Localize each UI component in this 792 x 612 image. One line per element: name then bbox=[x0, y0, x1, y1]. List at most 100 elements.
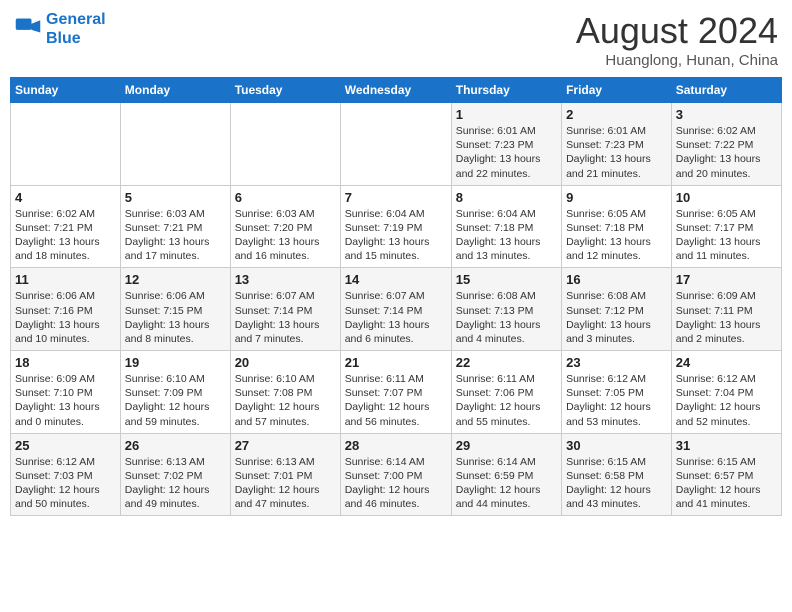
day-number: 29 bbox=[456, 438, 557, 453]
day-number: 1 bbox=[456, 107, 557, 122]
calendar-week-3: 18Sunrise: 6:09 AM Sunset: 7:10 PM Dayli… bbox=[11, 351, 782, 434]
calendar-cell: 9Sunrise: 6:05 AM Sunset: 7:18 PM Daylig… bbox=[562, 185, 672, 268]
weekday-sunday: Sunday bbox=[11, 78, 121, 103]
day-info: Sunrise: 6:07 AM Sunset: 7:14 PM Dayligh… bbox=[235, 289, 336, 346]
day-number: 5 bbox=[125, 190, 226, 205]
day-info: Sunrise: 6:08 AM Sunset: 7:13 PM Dayligh… bbox=[456, 289, 557, 346]
calendar-cell: 2 Sunrise: 6:01 AM Sunset: 7:23 PM Daylig… bbox=[562, 103, 672, 186]
day-number: 9 bbox=[566, 190, 667, 205]
day-number: 16 bbox=[566, 272, 667, 287]
calendar-body: 1 Sunrise: 6:01 AM Sunset: 7:23 PM Daylig… bbox=[11, 103, 782, 516]
calendar-cell: 28 Sunrise: 6:14 AM Sunset: 7:00 PM Dayli… bbox=[340, 433, 451, 516]
day-number: 3 bbox=[676, 107, 777, 122]
day-number: 30 bbox=[566, 438, 667, 453]
calendar-cell: 25Sunrise: 6:12 AM Sunset: 7:03 PM Dayli… bbox=[11, 433, 121, 516]
calendar-title: August 2024 bbox=[576, 10, 778, 52]
day-number: 4 bbox=[15, 190, 116, 205]
day-number: 13 bbox=[235, 272, 336, 287]
calendar-cell: 20 Sunrise: 6:10 AM Sunset: 7:08 PM Dayli… bbox=[230, 351, 340, 434]
day-number: 12 bbox=[125, 272, 226, 287]
calendar-cell: 4Sunrise: 6:02 AM Sunset: 7:21 PM Daylig… bbox=[11, 185, 121, 268]
day-info: Sunrise: 6:06 AM Sunset: 7:15 PM Dayligh… bbox=[125, 289, 226, 346]
logo-text: General Blue bbox=[46, 10, 106, 48]
day-number: 14 bbox=[345, 272, 447, 287]
calendar-week-1: 4Sunrise: 6:02 AM Sunset: 7:21 PM Daylig… bbox=[11, 185, 782, 268]
day-number: 6 bbox=[235, 190, 336, 205]
day-info: Sunrise: 6:10 AM Sunset: 7:08 PM Dayligh… bbox=[235, 372, 336, 429]
day-info: Sunrise: 6:01 AM Sunset: 7:23 PM Dayligh… bbox=[566, 124, 667, 181]
day-info: Sunrise: 6:12 AM Sunset: 7:03 PM Dayligh… bbox=[15, 455, 116, 512]
logo-line1: General bbox=[46, 11, 106, 28]
weekday-saturday: Saturday bbox=[671, 78, 781, 103]
calendar-cell: 23 Sunrise: 6:12 AM Sunset: 7:05 PM Dayli… bbox=[562, 351, 672, 434]
day-info: Sunrise: 6:05 AM Sunset: 7:17 PM Dayligh… bbox=[676, 207, 777, 264]
weekday-monday: Monday bbox=[120, 78, 230, 103]
day-info: Sunrise: 6:04 AM Sunset: 7:19 PM Dayligh… bbox=[345, 207, 447, 264]
day-info: Sunrise: 6:06 AM Sunset: 7:16 PM Dayligh… bbox=[15, 289, 116, 346]
day-number: 27 bbox=[235, 438, 336, 453]
calendar-cell: 6 Sunrise: 6:03 AM Sunset: 7:20 PM Daylig… bbox=[230, 185, 340, 268]
calendar-cell: 17 Sunrise: 6:09 AM Sunset: 7:11 PM Dayli… bbox=[671, 268, 781, 351]
calendar-cell: 21Sunrise: 6:11 AM Sunset: 7:07 PM Dayli… bbox=[340, 351, 451, 434]
calendar-cell: 10 Sunrise: 6:05 AM Sunset: 7:17 PM Dayli… bbox=[671, 185, 781, 268]
calendar-cell bbox=[11, 103, 121, 186]
calendar-cell bbox=[340, 103, 451, 186]
day-info: Sunrise: 6:04 AM Sunset: 7:18 PM Dayligh… bbox=[456, 207, 557, 264]
day-number: 10 bbox=[676, 190, 777, 205]
calendar-week-2: 11 Sunrise: 6:06 AM Sunset: 7:16 PM Dayli… bbox=[11, 268, 782, 351]
calendar-cell: 22 Sunrise: 6:11 AM Sunset: 7:06 PM Dayli… bbox=[451, 351, 561, 434]
day-info: Sunrise: 6:13 AM Sunset: 7:01 PM Dayligh… bbox=[235, 455, 336, 512]
day-number: 19 bbox=[125, 355, 226, 370]
calendar-cell: 7Sunrise: 6:04 AM Sunset: 7:19 PM Daylig… bbox=[340, 185, 451, 268]
day-number: 15 bbox=[456, 272, 557, 287]
day-number: 22 bbox=[456, 355, 557, 370]
day-info: Sunrise: 6:09 AM Sunset: 7:11 PM Dayligh… bbox=[676, 289, 777, 346]
day-number: 18 bbox=[15, 355, 116, 370]
calendar-cell: 24 Sunrise: 6:12 AM Sunset: 7:04 PM Dayli… bbox=[671, 351, 781, 434]
calendar-week-4: 25Sunrise: 6:12 AM Sunset: 7:03 PM Dayli… bbox=[11, 433, 782, 516]
day-info: Sunrise: 6:14 AM Sunset: 7:00 PM Dayligh… bbox=[345, 455, 447, 512]
day-info: Sunrise: 6:15 AM Sunset: 6:58 PM Dayligh… bbox=[566, 455, 667, 512]
calendar-cell: 18Sunrise: 6:09 AM Sunset: 7:10 PM Dayli… bbox=[11, 351, 121, 434]
day-info: Sunrise: 6:03 AM Sunset: 7:20 PM Dayligh… bbox=[235, 207, 336, 264]
day-number: 8 bbox=[456, 190, 557, 205]
weekday-tuesday: Tuesday bbox=[230, 78, 340, 103]
weekday-friday: Friday bbox=[562, 78, 672, 103]
calendar-cell: 8 Sunrise: 6:04 AM Sunset: 7:18 PM Daylig… bbox=[451, 185, 561, 268]
day-info: Sunrise: 6:12 AM Sunset: 7:05 PM Dayligh… bbox=[566, 372, 667, 429]
calendar-cell: 26Sunrise: 6:13 AM Sunset: 7:02 PM Dayli… bbox=[120, 433, 230, 516]
day-number: 20 bbox=[235, 355, 336, 370]
weekday-header-row: SundayMondayTuesdayWednesdayThursdayFrid… bbox=[11, 78, 782, 103]
calendar-cell: 11 Sunrise: 6:06 AM Sunset: 7:16 PM Dayli… bbox=[11, 268, 121, 351]
calendar-cell: 29 Sunrise: 6:14 AM Sunset: 6:59 PM Dayli… bbox=[451, 433, 561, 516]
day-number: 24 bbox=[676, 355, 777, 370]
day-number: 11 bbox=[15, 272, 116, 287]
day-number: 21 bbox=[345, 355, 447, 370]
calendar-cell: 12 Sunrise: 6:06 AM Sunset: 7:15 PM Dayli… bbox=[120, 268, 230, 351]
day-number: 31 bbox=[676, 438, 777, 453]
title-block: August 2024 Huanglong, Hunan, China bbox=[576, 10, 778, 69]
logo-line2: Blue bbox=[46, 30, 81, 47]
calendar-cell: 19Sunrise: 6:10 AM Sunset: 7:09 PM Dayli… bbox=[120, 351, 230, 434]
calendar-cell bbox=[230, 103, 340, 186]
weekday-thursday: Thursday bbox=[451, 78, 561, 103]
day-info: Sunrise: 6:11 AM Sunset: 7:06 PM Dayligh… bbox=[456, 372, 557, 429]
day-number: 17 bbox=[676, 272, 777, 287]
day-number: 26 bbox=[125, 438, 226, 453]
day-number: 2 bbox=[566, 107, 667, 122]
calendar-cell: 27 Sunrise: 6:13 AM Sunset: 7:01 PM Dayli… bbox=[230, 433, 340, 516]
calendar-cell: 30 Sunrise: 6:15 AM Sunset: 6:58 PM Dayli… bbox=[562, 433, 672, 516]
day-number: 23 bbox=[566, 355, 667, 370]
day-info: Sunrise: 6:07 AM Sunset: 7:14 PM Dayligh… bbox=[345, 289, 447, 346]
day-number: 28 bbox=[345, 438, 447, 453]
calendar-cell: 31Sunrise: 6:15 AM Sunset: 6:57 PM Dayli… bbox=[671, 433, 781, 516]
calendar-cell: 16Sunrise: 6:08 AM Sunset: 7:12 PM Dayli… bbox=[562, 268, 672, 351]
calendar-cell: 14 Sunrise: 6:07 AM Sunset: 7:14 PM Dayli… bbox=[340, 268, 451, 351]
calendar-table: SundayMondayTuesdayWednesdayThursdayFrid… bbox=[10, 77, 782, 516]
calendar-cell: 1 Sunrise: 6:01 AM Sunset: 7:23 PM Daylig… bbox=[451, 103, 561, 186]
calendar-cell: 15 Sunrise: 6:08 AM Sunset: 7:13 PM Dayli… bbox=[451, 268, 561, 351]
weekday-wednesday: Wednesday bbox=[340, 78, 451, 103]
day-info: Sunrise: 6:14 AM Sunset: 6:59 PM Dayligh… bbox=[456, 455, 557, 512]
day-info: Sunrise: 6:12 AM Sunset: 7:04 PM Dayligh… bbox=[676, 372, 777, 429]
day-info: Sunrise: 6:01 AM Sunset: 7:23 PM Dayligh… bbox=[456, 124, 557, 181]
